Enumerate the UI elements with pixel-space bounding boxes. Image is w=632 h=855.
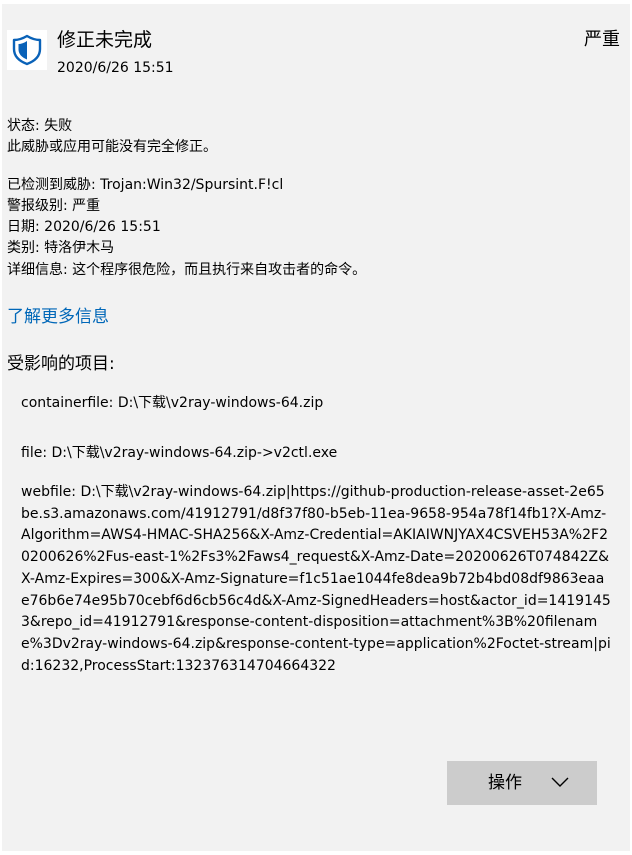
actions-label: 操作 [488, 773, 522, 793]
affected-item-file: file: D:\下载\v2ray-windows-64.zip->v2ctl.… [21, 445, 338, 461]
threat-details-panel: 修正未完成 2020/6/26 15:51 严重 状态: 失败 此威胁或应用可能… [2, 4, 630, 851]
detail-category: 类别: 特洛伊木马 [7, 240, 115, 256]
learn-more-link[interactable]: 了解更多信息 [7, 305, 109, 329]
actions-dropdown-button[interactable]: 操作 [447, 761, 597, 805]
affected-item-containerfile: containerfile: D:\下载\v2ray-windows-64.zi… [21, 395, 324, 411]
shield-icon [7, 30, 47, 70]
detail-threat: 已检测到威胁: Trojan:Win32/Spursint.F!cl [7, 177, 284, 193]
affected-item-webfile: webfile: D:\下载\v2ray-windows-64.zip|http… [21, 484, 611, 674]
status-description: 此威胁或应用可能没有完全修正。 [7, 139, 217, 155]
chevron-down-icon [551, 776, 569, 788]
page-title: 修正未完成 [57, 29, 153, 51]
detail-date: 日期: 2020/6/26 15:51 [7, 219, 161, 235]
severity-badge: 严重 [584, 29, 620, 50]
detail-description: 详细信息: 这个程序很危险，而且执行来自攻击者的命令。 [7, 262, 367, 278]
status-line: 状态: 失败 [7, 118, 73, 134]
detail-alert-level: 警报级别: 严重 [7, 198, 101, 214]
alert-datetime: 2020/6/26 15:51 [57, 60, 174, 76]
affected-items-heading: 受影响的项目: [7, 354, 115, 374]
